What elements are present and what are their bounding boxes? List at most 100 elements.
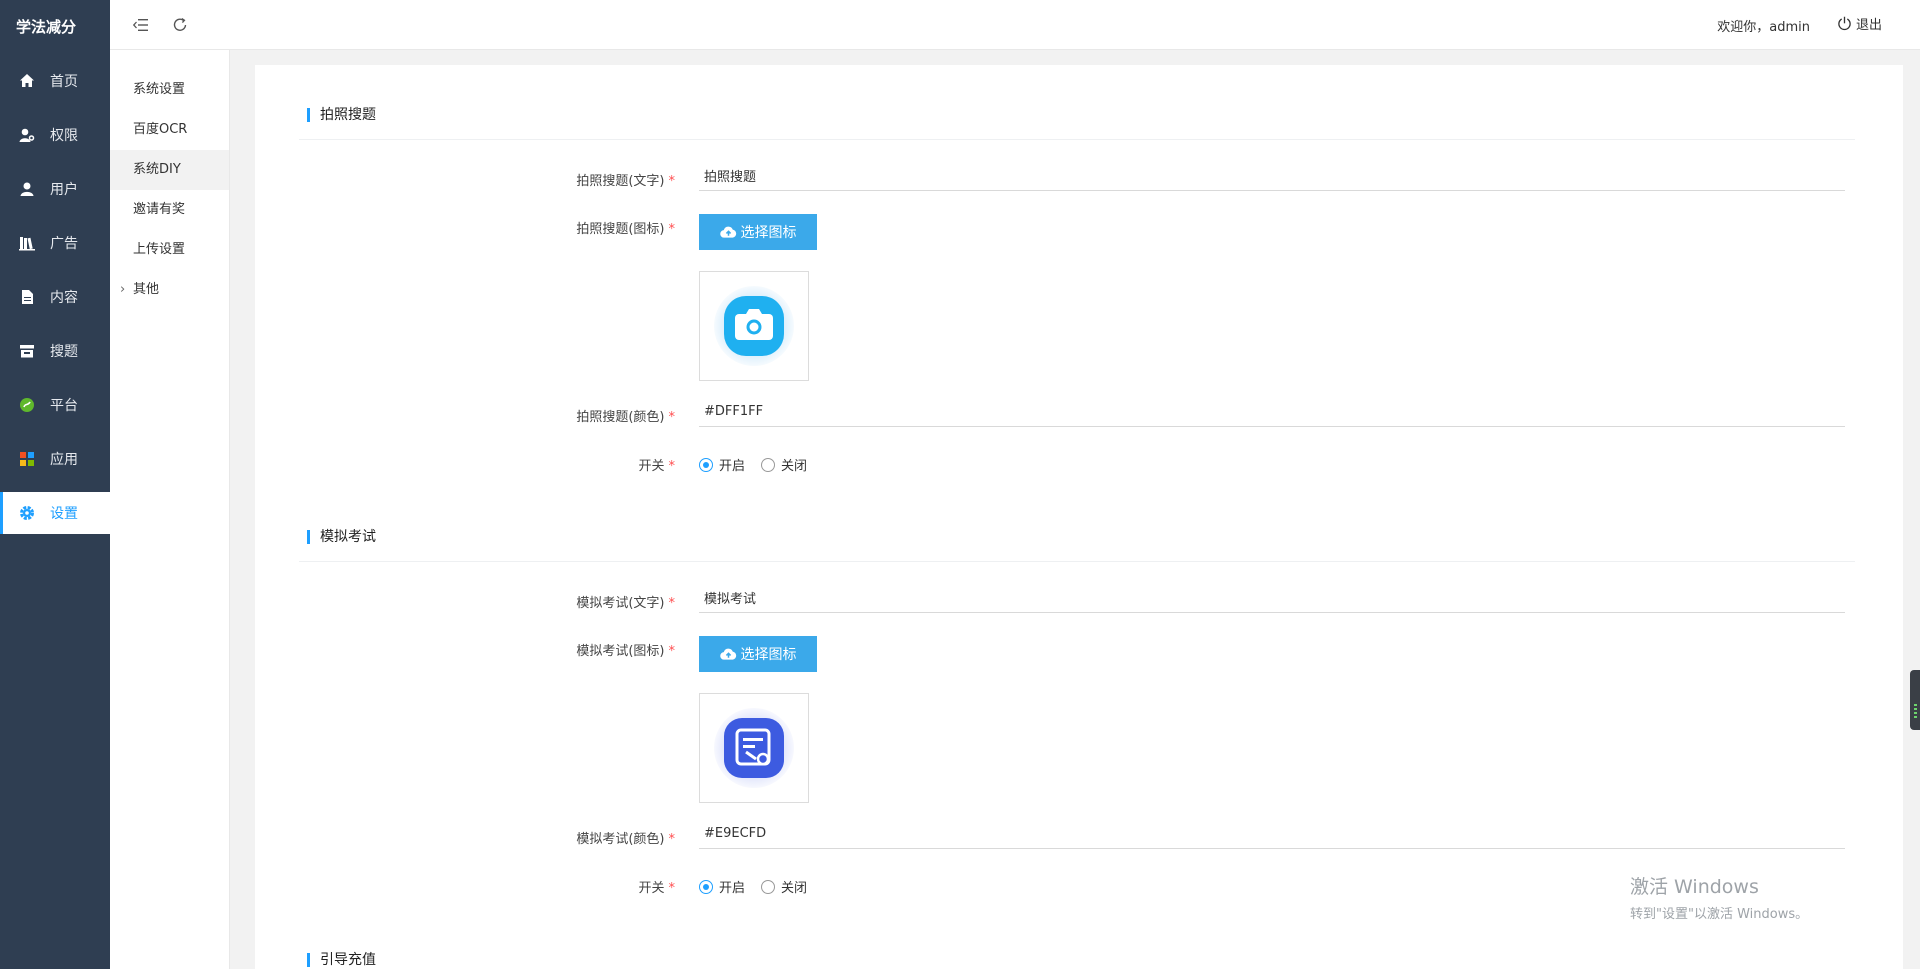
upload-button-label: 选择图标 <box>740 647 797 663</box>
nav-label: 搜题 <box>50 344 78 360</box>
diy-settings-card: 拍照搜题 拍照搜题(文字)* 拍照搜题(图标)* 选择图标 拍照搜题(颜色)* … <box>255 65 1903 969</box>
submenu-item-other[interactable]: › 其他 <box>110 270 229 310</box>
exam-paper-icon <box>714 708 794 788</box>
radio-label: 开启 <box>719 459 746 474</box>
books-icon <box>18 234 36 252</box>
label-text: 拍照搜题(颜色) <box>576 410 665 425</box>
logout-button[interactable]: 退出 <box>1837 14 1882 33</box>
photo-color-input[interactable] <box>699 397 1845 427</box>
nav-label: 广告 <box>50 236 78 252</box>
photo-switch-label: 开关 * <box>255 455 675 474</box>
photo-switch-off-radio[interactable]: 关闭 <box>761 455 807 474</box>
required-mark: * <box>668 596 676 611</box>
welcome-text: 欢迎你，admin <box>1717 20 1810 35</box>
photo-text-label: 拍照搜题(文字) * <box>255 170 675 189</box>
chevron-right-icon: › <box>120 282 126 297</box>
label-text: 模拟考试(文字) <box>576 596 665 611</box>
upload-button-label: 选择图标 <box>740 225 797 241</box>
label-text: 模拟考试(图标) <box>576 644 665 659</box>
radio-label: 关闭 <box>781 459 808 474</box>
main-sidebar: 学法减分 首页 权限 用户 广告 内容 搜题 平台 应用 设置 <box>0 0 110 969</box>
cloud-upload-icon <box>719 226 736 238</box>
nav-item-platform[interactable]: 平台 <box>0 378 110 432</box>
radio-dot <box>699 879 713 894</box>
logout-label: 退出 <box>1855 18 1882 33</box>
nav-label: 首页 <box>50 74 78 90</box>
user-key-icon <box>18 126 36 144</box>
radio-dot <box>761 457 776 472</box>
settings-submenu: 设置 系统设置 百度OCR 系统DIY 邀请有奖 上传设置 ›其他 <box>110 0 230 969</box>
section-title-photo-search: 拍照搜题 <box>307 108 376 122</box>
required-mark: * <box>668 410 676 425</box>
document-icon <box>18 288 36 306</box>
exam-upload-icon-button[interactable]: 选择图标 <box>699 636 817 672</box>
exam-text-input[interactable] <box>699 583 1845 613</box>
submenu-item-baidu-ocr[interactable]: 百度OCR <box>110 110 229 150</box>
label-text: 模拟考试(颜色) <box>576 832 665 847</box>
required-mark: * <box>668 644 676 659</box>
required-mark: * <box>668 881 676 896</box>
home-icon <box>18 72 36 90</box>
watermark-line-2: 转到"设置"以激活 Windows。 <box>1630 907 1809 922</box>
label-text: 拍照搜题(文字) <box>576 174 665 189</box>
top-header: 欢迎你，admin 退出 <box>110 0 1920 50</box>
submenu-item-other-label: 其他 <box>133 282 160 297</box>
nav-item-settings[interactable]: 设置 <box>0 492 110 534</box>
nav-item-user[interactable]: 用户 <box>0 162 110 216</box>
exam-switch-on-radio[interactable]: 开启 <box>699 877 745 896</box>
watermark-line-1: 激活 Windows <box>1630 876 1759 898</box>
label-text: 开关 <box>638 459 665 474</box>
platform-icon <box>18 396 36 414</box>
nav-item-apps[interactable]: 应用 <box>0 432 110 486</box>
section-divider <box>299 139 1855 140</box>
collapse-menu-icon[interactable] <box>130 14 152 36</box>
gear-icon <box>18 504 36 522</box>
radio-label: 关闭 <box>781 881 808 896</box>
section-title-recharge-guide: 引导充值 <box>307 953 376 967</box>
submenu-item-system[interactable]: 系统设置 <box>110 70 229 110</box>
required-mark: * <box>668 174 676 189</box>
brand-title: 学法减分 <box>16 18 77 36</box>
exam-switch-radio-group: 开启 关闭 <box>699 877 823 896</box>
user-icon <box>18 180 36 198</box>
store-icon <box>18 342 36 360</box>
photo-switch-radio-group: 开启 关闭 <box>699 455 823 474</box>
submenu-item-invite[interactable]: 邀请有奖 <box>110 190 229 230</box>
nav-label: 内容 <box>50 290 78 306</box>
section-title-mock-exam: 模拟考试 <box>307 530 376 544</box>
photo-text-input[interactable] <box>699 161 1845 191</box>
nav-label: 设置 <box>50 506 78 522</box>
exam-color-input[interactable] <box>699 819 1845 849</box>
label-text: 拍照搜题(图标) <box>576 222 665 237</box>
section-divider <box>299 561 1855 562</box>
required-mark: * <box>668 832 676 847</box>
required-mark: * <box>668 459 676 474</box>
photo-upload-icon-button[interactable]: 选择图标 <box>699 214 817 250</box>
nav-item-ads[interactable]: 广告 <box>0 216 110 270</box>
submenu-item-system-diy[interactable]: 系统DIY <box>110 150 229 190</box>
radio-dot <box>761 879 776 894</box>
nav-label: 用户 <box>50 182 78 198</box>
label-text: 开关 <box>638 881 665 896</box>
nav-item-content[interactable]: 内容 <box>0 270 110 324</box>
refresh-icon[interactable] <box>169 14 191 36</box>
exam-color-label: 模拟考试(颜色) * <box>255 828 675 847</box>
nav-item-search[interactable]: 搜题 <box>0 324 110 378</box>
nav-label: 权限 <box>50 128 78 144</box>
nav-label: 平台 <box>50 398 78 414</box>
photo-icon-preview <box>699 271 809 381</box>
nav-label: 应用 <box>50 452 78 468</box>
nav-item-permission[interactable]: 权限 <box>0 108 110 162</box>
exam-icon-label: 模拟考试(图标) * <box>255 640 675 659</box>
exam-icon-preview <box>699 693 809 803</box>
side-drag-handle[interactable] <box>1910 670 1920 730</box>
radio-dot <box>699 457 713 472</box>
nav-item-home[interactable]: 首页 <box>0 54 110 108</box>
camera-icon <box>714 286 794 366</box>
exam-switch-off-radio[interactable]: 关闭 <box>761 877 807 896</box>
apps-icon <box>18 450 36 468</box>
photo-color-label: 拍照搜题(颜色) * <box>255 406 675 425</box>
photo-switch-on-radio[interactable]: 开启 <box>699 455 745 474</box>
submenu-item-upload[interactable]: 上传设置 <box>110 230 229 270</box>
exam-text-label: 模拟考试(文字) * <box>255 592 675 611</box>
